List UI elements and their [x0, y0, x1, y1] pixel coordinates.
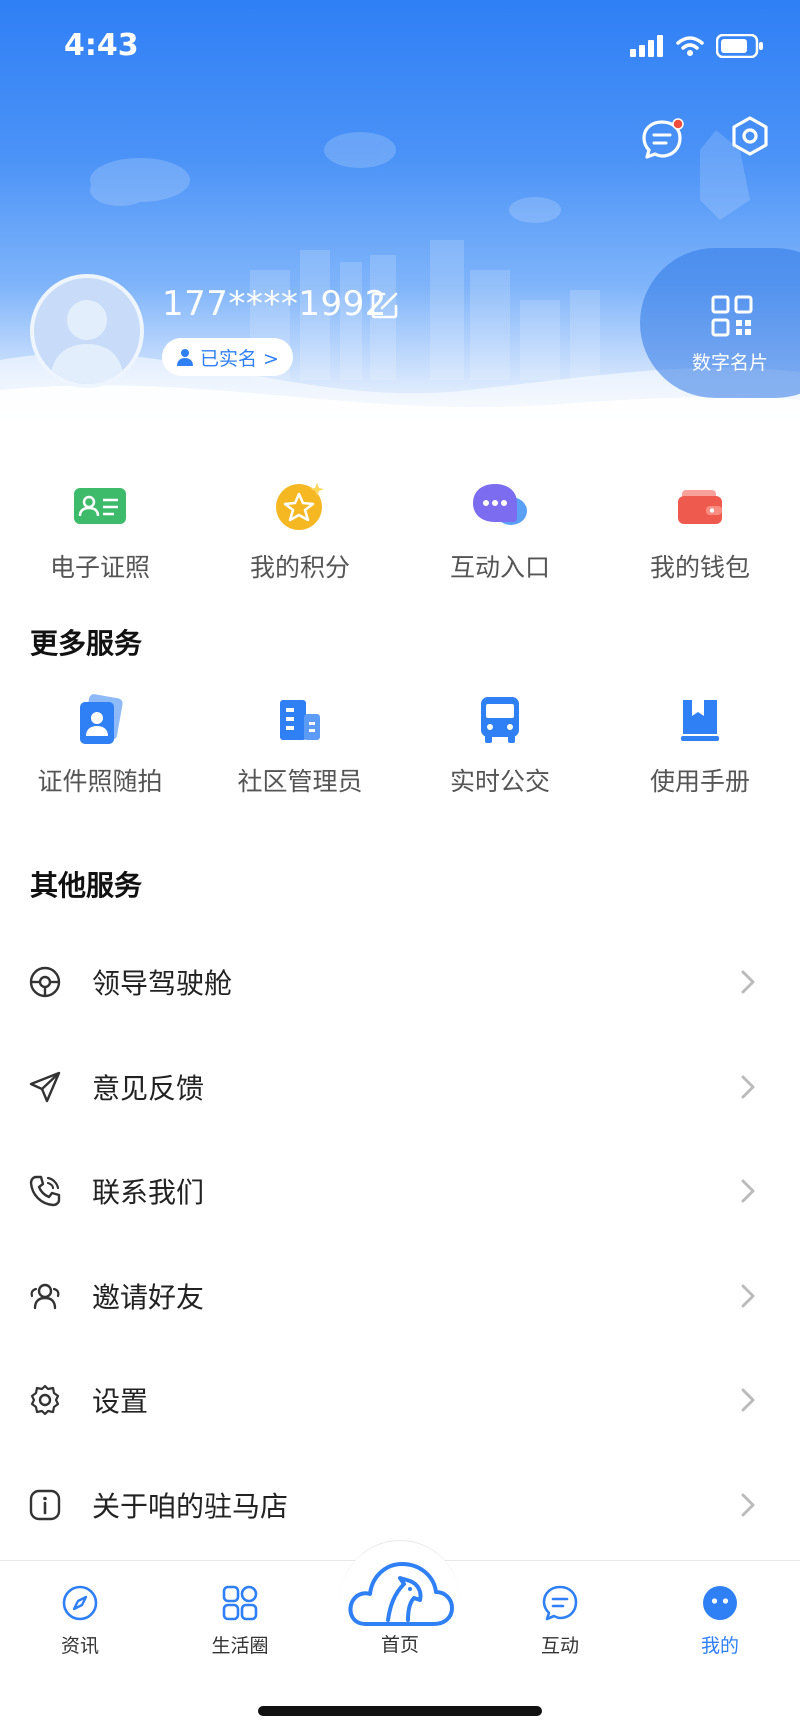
verified-badge[interactable]: 已实名 >	[162, 338, 293, 376]
compass-icon	[62, 1585, 98, 1621]
friends-icon	[30, 1283, 60, 1309]
quick-item-e-license[interactable]: 电子证照	[0, 476, 200, 586]
send-plane-icon	[29, 1071, 61, 1102]
user-phone-number: 177****1992	[162, 284, 387, 324]
service-photo-id[interactable]: 证件照随拍	[0, 690, 200, 800]
tab-label: 我的	[700, 1635, 739, 1657]
wifi-icon	[676, 36, 704, 56]
quick-item-label: 互动入口	[449, 553, 550, 582]
other-services-title: 其他服务	[30, 869, 143, 902]
quick-item-label: 我的钱包	[649, 553, 750, 582]
profile-face-icon	[703, 1586, 737, 1620]
tab-interaction[interactable]: 互动	[505, 1583, 615, 1658]
id-card-icon	[74, 488, 126, 524]
bus-icon	[481, 697, 519, 743]
home-indicator	[258, 1706, 542, 1716]
building-icon	[280, 700, 320, 740]
status-icons	[630, 34, 764, 58]
tab-label: 资讯	[60, 1635, 99, 1657]
phone-icon	[29, 1176, 61, 1207]
service-label: 社区管理员	[237, 767, 363, 796]
quick-item-wallet[interactable]: 我的钱包	[600, 476, 800, 586]
chevron-right-icon	[741, 970, 755, 994]
chevron-right-icon	[741, 1284, 755, 1308]
edit-icon[interactable]	[370, 290, 400, 320]
service-realtime-bus[interactable]: 实时公交	[400, 690, 600, 800]
chat-bubble-icon	[473, 484, 527, 525]
list-item-label: 领导驾驶舱	[92, 967, 233, 1001]
tab-label: 互动	[540, 1635, 579, 1657]
quick-item-label: 我的积分	[249, 553, 350, 582]
more-services-grid: 证件照随拍 社区管理员 实时公交 使用手册	[0, 690, 800, 800]
list-item-label: 联系我们	[92, 1176, 205, 1210]
service-label: 实时公交	[449, 767, 550, 796]
apps-grid-icon	[222, 1585, 258, 1621]
profile-header: 4:43 177****1992 已实名 > 数字名片	[0, 0, 800, 440]
manual-book-icon	[681, 700, 719, 741]
verified-label: 已实名 >	[200, 347, 279, 370]
notification-message-icon[interactable]	[640, 116, 686, 162]
info-icon	[29, 1489, 61, 1520]
tab-life-circle[interactable]: 生活圈	[185, 1583, 295, 1658]
wallet-icon	[678, 490, 722, 524]
more-services-title: 更多服务	[30, 627, 143, 660]
tab-home-label: 首页	[380, 1634, 419, 1656]
quick-item-label: 电子证照	[49, 553, 150, 582]
service-label: 证件照随拍	[37, 767, 163, 796]
chevron-right-icon	[741, 1388, 755, 1412]
quick-item-points[interactable]: 我的积分	[200, 476, 400, 586]
person-icon	[177, 349, 193, 366]
message-icon	[542, 1585, 578, 1621]
gear-icon	[30, 1385, 60, 1416]
chevron-right-icon	[741, 1075, 755, 1099]
avatar[interactable]	[30, 274, 144, 388]
service-community-admin[interactable]: 社区管理员	[200, 690, 400, 800]
list-item-label: 设置	[92, 1385, 149, 1419]
signal-icon	[630, 35, 663, 57]
quick-item-interaction[interactable]: 互动入口	[400, 476, 600, 586]
tab-label: 生活圈	[211, 1635, 269, 1657]
horse-cloud-icon[interactable]	[344, 1554, 456, 1634]
service-label: 使用手册	[649, 767, 750, 796]
digital-card-label: 数字名片	[692, 352, 769, 374]
service-user-manual[interactable]: 使用手册	[600, 690, 800, 800]
points-star-icon	[276, 483, 324, 530]
list-item-settings[interactable]: 设置	[0, 1348, 800, 1453]
chevron-right-icon	[741, 1493, 755, 1517]
list-item-label: 意见反馈	[92, 1071, 205, 1105]
photo-id-icon	[80, 694, 123, 744]
quick-access-grid: 电子证照 我的积分 互动入口 我的钱包	[0, 476, 800, 586]
chevron-right-icon	[741, 1179, 755, 1203]
list-item-label: 关于咱的驻马店	[92, 1489, 289, 1523]
status-time: 4:43	[64, 28, 139, 63]
tab-mine[interactable]: 我的	[665, 1583, 775, 1658]
battery-icon	[716, 34, 763, 58]
tab-news[interactable]: 资讯	[25, 1583, 135, 1658]
list-item-contact-us[interactable]: 联系我们	[0, 1139, 800, 1244]
list-item-invite-friends[interactable]: 邀请好友	[0, 1244, 800, 1349]
settings-hexagon-icon[interactable]	[728, 114, 772, 158]
list-item-feedback[interactable]: 意见反馈	[0, 1035, 800, 1140]
cockpit-icon	[29, 967, 61, 998]
list-item-label: 邀请好友	[92, 1280, 205, 1314]
list-item-leader-cockpit[interactable]: 领导驾驶舱	[0, 930, 800, 1035]
other-services-list: 领导驾驶舱 意见反馈 联系我们 邀请好友 设置 关于咱的驻马店	[0, 930, 800, 1557]
avatar-person-icon	[50, 300, 124, 384]
qr-code-icon	[711, 295, 753, 337]
